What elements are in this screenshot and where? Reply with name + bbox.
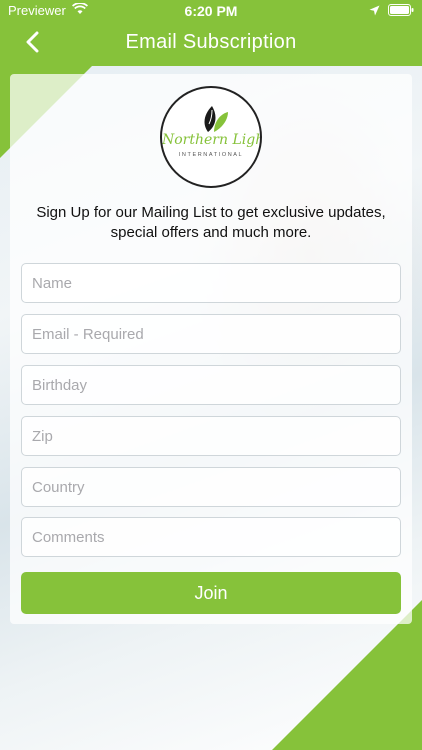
logo-subtitle: INTERNATIONAL <box>178 152 244 158</box>
email-field[interactable] <box>21 314 401 354</box>
comments-field[interactable] <box>21 517 401 557</box>
join-button[interactable]: Join <box>21 572 401 614</box>
birthday-field[interactable] <box>21 365 401 405</box>
status-bar: Previewer 6:20 PM <box>0 0 422 22</box>
brand-logo: Northern Lights INTERNATIONAL <box>160 86 262 188</box>
country-field[interactable] <box>21 467 401 507</box>
app-header: Previewer 6:20 PM Email Subscription <box>0 0 422 66</box>
intro-text: Sign Up for our Mailing List to get excl… <box>36 204 386 241</box>
status-right <box>369 4 414 19</box>
page-title: Email Subscription <box>125 31 297 53</box>
zip-field[interactable] <box>21 416 401 456</box>
nav-bar: Email Subscription <box>0 22 422 66</box>
status-time: 6:20 PM <box>184 3 238 19</box>
battery-icon <box>388 4 414 19</box>
location-arrow-icon <box>369 4 380 19</box>
name-field[interactable] <box>21 263 401 303</box>
logo-wordmark: Northern Lights <box>162 132 260 148</box>
